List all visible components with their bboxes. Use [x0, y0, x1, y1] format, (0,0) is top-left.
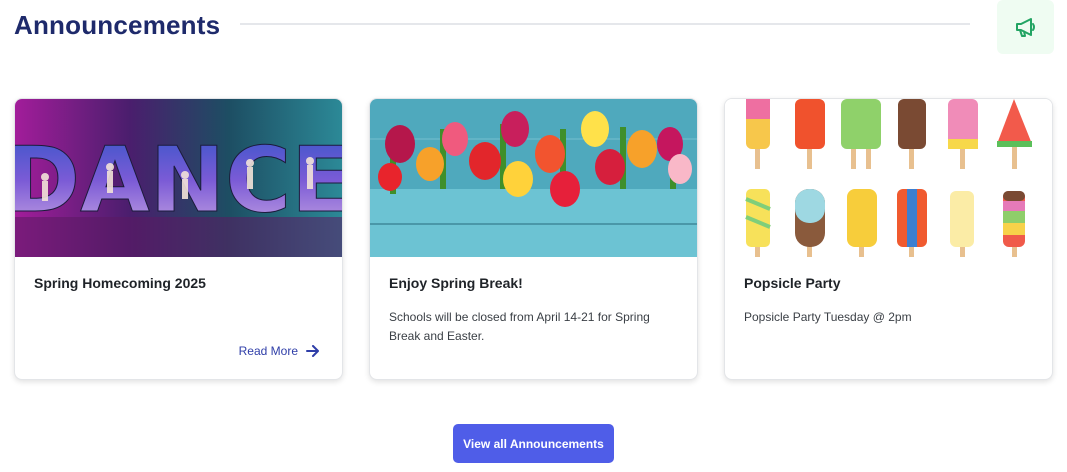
read-more-link[interactable]: Read More — [239, 344, 320, 358]
announcement-card-spring-break[interactable]: Enjoy Spring Break! Schools will be clos… — [369, 98, 698, 380]
megaphone-icon — [1015, 18, 1035, 37]
card-title: Enjoy Spring Break! — [389, 275, 523, 291]
dance-image-text: DANCE — [15, 128, 342, 233]
arrow-right-icon — [306, 345, 319, 357]
section-header: Announcements — [14, 0, 1054, 54]
announcement-card-popsicle[interactable]: Popsicle Party Popsicle Party Tuesday @ … — [724, 98, 1053, 380]
card-body: Popsicle Party Tuesday @ 2pm — [744, 310, 912, 324]
page-title: Announcements — [14, 10, 221, 40]
dance-image: DANCE — [15, 99, 342, 257]
header-divider — [240, 23, 970, 25]
view-all-announcements-button[interactable]: View all Announcements — [453, 424, 614, 463]
megaphone-badge — [997, 0, 1054, 54]
card-title: Spring Homecoming 2025 — [34, 275, 206, 291]
card-body: Schools will be closed from April 14-21 … — [389, 310, 650, 343]
announcement-card-homecoming[interactable]: DANCE Spring Homecoming 2025 Read More — [14, 98, 343, 380]
card-title: Popsicle Party — [744, 275, 841, 291]
popsicles-image — [725, 99, 1052, 257]
read-more-label: Read More — [238, 344, 298, 358]
tulips-image — [370, 99, 697, 257]
